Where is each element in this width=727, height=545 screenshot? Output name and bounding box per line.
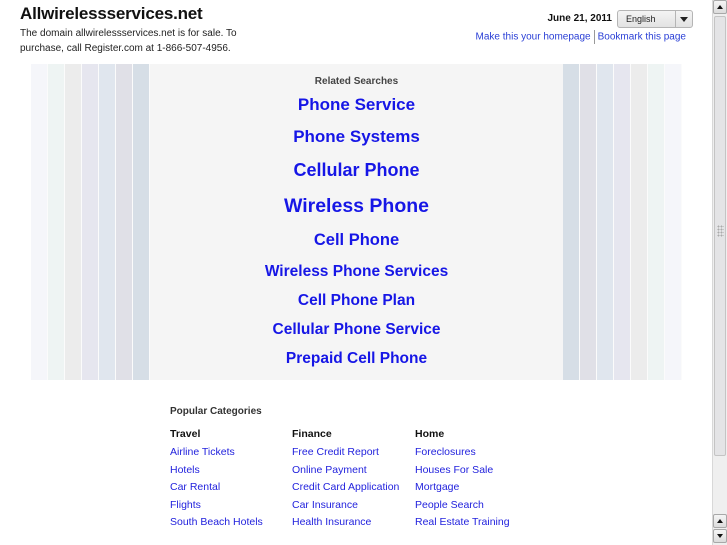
related-search-link[interactable]: Cellular Phone	[31, 160, 682, 181]
category-column-home: Home Foreclosures Houses For Sale Mortga…	[415, 427, 540, 532]
language-select[interactable]: English	[617, 10, 693, 28]
site-title: Allwirelessservices.net	[20, 4, 203, 23]
arrow-up-icon	[717, 5, 723, 9]
scroll-up-button-bottom[interactable]	[713, 514, 727, 528]
category-link[interactable]: Car Insurance	[292, 497, 417, 515]
category-link[interactable]: Online Payment	[292, 462, 417, 480]
category-link[interactable]: Mortgage	[415, 479, 540, 497]
scrollbar-thumb[interactable]	[714, 16, 726, 456]
related-search-link[interactable]: Wireless Phone Services	[31, 263, 682, 281]
category-link[interactable]: Flights	[170, 497, 295, 515]
related-search-link[interactable]: Cell Phone	[31, 231, 682, 250]
related-search-link[interactable]: Phone Systems	[31, 127, 682, 147]
arrow-up-icon	[717, 519, 723, 523]
related-searches-heading: Related Searches	[314, 76, 399, 87]
category-link[interactable]: Free Credit Report	[292, 444, 417, 462]
bookmark-link[interactable]: Bookmark this page	[598, 32, 686, 43]
grip-icon	[717, 225, 724, 237]
category-link[interactable]: People Search	[415, 497, 540, 515]
category-column-finance: Finance Free Credit Report Online Paymen…	[292, 427, 417, 532]
category-link[interactable]: Hotels	[170, 462, 295, 480]
category-link[interactable]: Houses For Sale	[415, 462, 540, 480]
popular-categories-heading: Popular Categories	[170, 406, 262, 417]
chevron-down-icon	[680, 17, 688, 22]
category-link[interactable]: Car Rental	[170, 479, 295, 497]
related-search-link[interactable]: Prepaid Cell Phone	[31, 350, 682, 368]
category-link[interactable]: Foreclosures	[415, 444, 540, 462]
date-label: June 21, 2011	[547, 13, 613, 24]
top-links: Make this your homepage Bookmark this pag…	[440, 30, 686, 44]
make-homepage-link[interactable]: Make this your homepage	[476, 32, 591, 43]
category-title: Home	[415, 428, 445, 440]
select-divider	[675, 11, 676, 27]
sale-notice: The domain allwirelessservices.net is fo…	[20, 28, 237, 54]
category-link[interactable]: Real Estate Training	[415, 514, 540, 532]
link-divider	[593, 30, 595, 44]
language-select-value: English	[626, 14, 656, 24]
related-search-link[interactable]: Phone Service	[31, 95, 682, 115]
category-link[interactable]: Airline Tickets	[170, 444, 295, 462]
related-searches-panel: Related Searches Phone Service Phone Sys…	[31, 64, 682, 380]
scroll-down-button[interactable]	[713, 529, 727, 543]
related-search-link[interactable]: Wireless Phone	[31, 195, 682, 218]
category-title: Finance	[292, 428, 332, 440]
category-column-travel: Travel Airline Tickets Hotels Car Rental…	[170, 427, 295, 532]
category-link[interactable]: Credit Card Application	[292, 479, 417, 497]
arrow-down-icon	[717, 534, 723, 538]
related-search-link[interactable]: Cell Phone Plan	[31, 292, 682, 310]
related-search-link[interactable]: Cellular Phone Service	[31, 321, 682, 339]
category-link[interactable]: Health Insurance	[292, 514, 417, 532]
category-title: Travel	[170, 428, 201, 440]
vertical-scrollbar[interactable]	[712, 0, 727, 545]
category-link[interactable]: South Beach Hotels	[170, 514, 295, 532]
scroll-up-button[interactable]	[713, 0, 727, 14]
